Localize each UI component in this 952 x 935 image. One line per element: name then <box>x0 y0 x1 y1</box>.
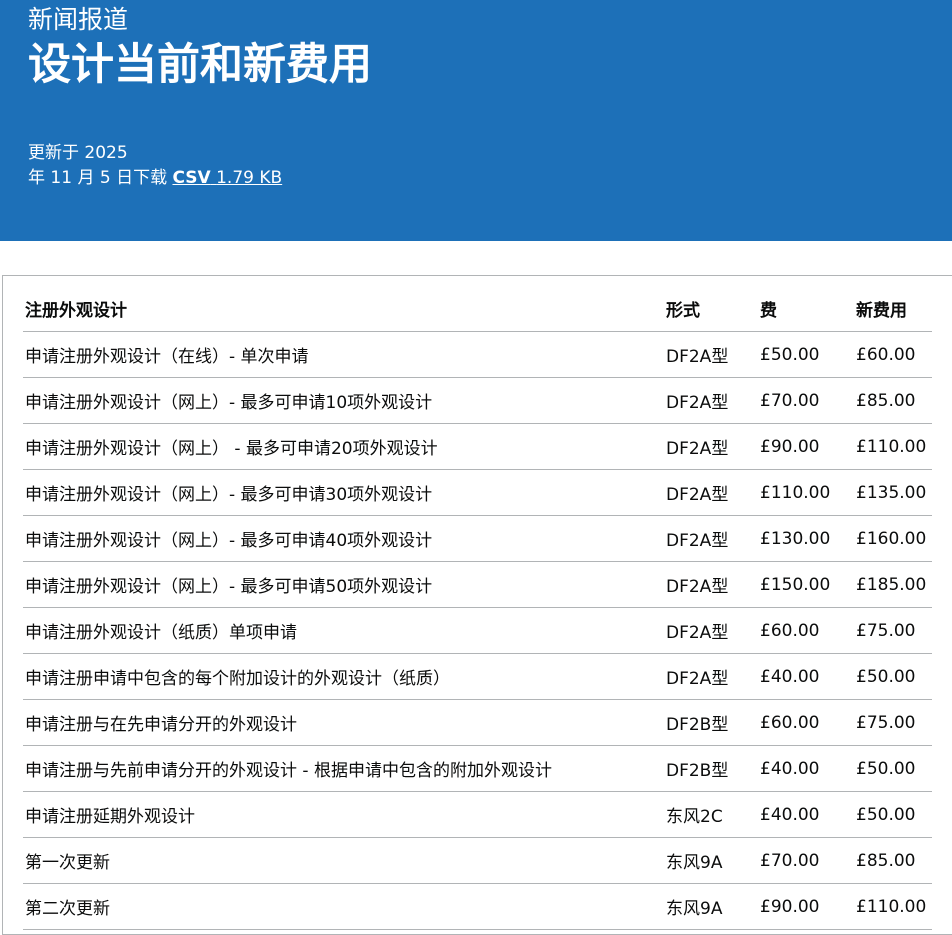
new-fee-cell: £160.00 <box>854 515 932 562</box>
new-fee-cell: £50.00 <box>854 745 932 792</box>
design-name-cell: 申请注册延期外观设计 <box>23 791 664 838</box>
form-cell: DF2A型 <box>664 561 758 608</box>
fee-cell: £40.00 <box>758 653 854 700</box>
table-row: 第二次更新 东风9A £90.00 £110.00 <box>23 883 932 930</box>
table-row: 申请注册申请中包含的每个附加设计的外观设计（纸质） DF2A型 £40.00 £50.… <box>23 653 932 700</box>
page-title: 设计当前和新费用 <box>28 40 372 90</box>
design-name-cell: 申请注册外观设计（网上） - 最多可申请20项外观设计 <box>23 423 664 470</box>
form-cell: DF2A型 <box>664 331 758 378</box>
csv-size: 1.79 KB <box>216 168 283 188</box>
form-cell: DF2A型 <box>664 653 758 700</box>
fees-table: 注册外观设计 形式 费 新费用 申请注册外观设计（在线）- 单次申请 DF2A型 £… <box>23 286 932 930</box>
fee-cell: £40.00 <box>758 745 854 792</box>
new-fee-cell: £60.00 <box>854 331 932 378</box>
design-name-cell: 申请注册外观设计（网上）- 最多可申请50项外观设计 <box>23 561 664 608</box>
csv-download-link[interactable]: CSV 1.79 KB <box>172 168 282 188</box>
design-name-cell: 申请注册外观设计（网上）- 最多可申请10项外观设计 <box>23 377 664 424</box>
form-cell: DF2A型 <box>664 377 758 424</box>
design-name-cell: 申请注册外观设计（网上）- 最多可申请30项外观设计 <box>23 469 664 516</box>
download-line: 年 11 月 5 日下载 CSV 1.79 KB <box>28 166 282 191</box>
fee-cell: £70.00 <box>758 377 854 424</box>
table-row: 申请注册延期外观设计 东风2C £40.00 £50.00 <box>23 791 932 838</box>
new-fee-cell: £50.00 <box>854 653 932 700</box>
form-cell: 东风9A <box>664 883 758 930</box>
design-name-cell: 第一次更新 <box>23 837 664 884</box>
table-row: 申请注册外观设计（在线）- 单次申请 DF2A型 £50.00 £60.00 <box>23 331 932 378</box>
table-row: 申请注册外观设计（纸质）单项申请 DF2A型 £60.00 £75.00 <box>23 607 932 654</box>
new-fee-cell: £135.00 <box>854 469 932 516</box>
table-row: 申请注册外观设计（网上）- 最多可申请30项外观设计 DF2A型 £110.00 £1… <box>23 469 932 516</box>
table-row: 申请注册外观设计（网上） - 最多可申请20项外观设计 DF2A型 £90.00 £1… <box>23 423 932 470</box>
form-cell: 东风2C <box>664 791 758 838</box>
column-header-new-fee: 新费用 <box>854 286 932 332</box>
design-name-cell: 申请注册外观设计（纸质）单项申请 <box>23 607 664 654</box>
fee-cell: £90.00 <box>758 423 854 470</box>
form-cell: DF2B型 <box>664 699 758 746</box>
updated-date: 更新于 2025 <box>28 143 128 163</box>
fee-cell: £90.00 <box>758 883 854 930</box>
fee-cell: £60.00 <box>758 607 854 654</box>
table-header-row: 注册外观设计 形式 费 新费用 <box>23 286 932 332</box>
new-fee-cell: £50.00 <box>854 791 932 838</box>
form-cell: DF2A型 <box>664 607 758 654</box>
table-row: 申请注册与在先申请分开的外观设计 DF2B型 £60.00 £75.00 <box>23 699 932 746</box>
design-name-cell: 申请注册申请中包含的每个附加设计的外观设计（纸质） <box>23 653 664 700</box>
fee-cell: £40.00 <box>758 791 854 838</box>
new-fee-cell: £75.00 <box>854 699 932 746</box>
design-name-cell: 申请注册外观设计（网上）- 最多可申请40项外观设计 <box>23 515 664 562</box>
form-cell: DF2A型 <box>664 423 758 470</box>
column-header-design: 注册外观设计 <box>23 286 664 332</box>
column-header-fee: 费 <box>758 286 854 332</box>
new-fee-cell: £85.00 <box>854 377 932 424</box>
design-name-cell: 第二次更新 <box>23 883 664 930</box>
fee-cell: £70.00 <box>758 837 854 884</box>
download-prefix: 年 11 月 5 日下载 <box>28 168 168 188</box>
form-cell: DF2A型 <box>664 515 758 562</box>
design-name-cell: 申请注册外观设计（在线）- 单次申请 <box>23 331 664 378</box>
fee-cell: £50.00 <box>758 331 854 378</box>
table-row: 申请注册外观设计（网上）- 最多可申请10项外观设计 DF2A型 £70.00 £85… <box>23 377 932 424</box>
csv-label: CSV <box>172 168 211 188</box>
page-header: 新闻报道 设计当前和新费用 更新于 2025 年 11 月 5 日下载 CSV … <box>0 0 952 241</box>
form-cell: 东风9A <box>664 837 758 884</box>
new-fee-cell: £185.00 <box>854 561 932 608</box>
fee-cell: £130.00 <box>758 515 854 562</box>
table-body: 申请注册外观设计（在线）- 单次申请 DF2A型 £50.00 £60.00 申请注册外… <box>23 331 932 930</box>
fees-table-card: 注册外观设计 形式 费 新费用 申请注册外观设计（在线）- 单次申请 DF2A型 £… <box>2 275 952 935</box>
table-row: 申请注册外观设计（网上）- 最多可申请40项外观设计 DF2A型 £130.00 £1… <box>23 515 932 562</box>
design-name-cell: 申请注册与在先申请分开的外观设计 <box>23 699 664 746</box>
fee-cell: £150.00 <box>758 561 854 608</box>
form-cell: DF2A型 <box>664 469 758 516</box>
new-fee-cell: £75.00 <box>854 607 932 654</box>
table-row: 第一次更新 东风9A £70.00 £85.00 <box>23 837 932 884</box>
attachment-metadata: 更新于 2025 年 11 月 5 日下载 CSV 1.79 KB <box>28 141 282 191</box>
form-cell: DF2B型 <box>664 745 758 792</box>
new-fee-cell: £110.00 <box>854 883 932 930</box>
page-caption: 新闻报道 <box>28 5 129 34</box>
table-row: 申请注册与先前申请分开的外观设计 - 根据申请中包含的附加外观设计 DF2B型 £4… <box>23 745 932 792</box>
new-fee-cell: £110.00 <box>854 423 932 470</box>
fee-cell: £60.00 <box>758 699 854 746</box>
column-header-form: 形式 <box>664 286 758 332</box>
new-fee-cell: £85.00 <box>854 837 932 884</box>
fee-cell: £110.00 <box>758 469 854 516</box>
table-row: 申请注册外观设计（网上）- 最多可申请50项外观设计 DF2A型 £150.00 £1… <box>23 561 932 608</box>
design-name-cell: 申请注册与先前申请分开的外观设计 - 根据申请中包含的附加外观设计 <box>23 745 664 792</box>
